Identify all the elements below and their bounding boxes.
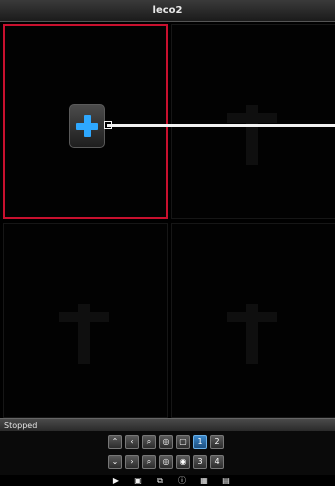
video-pane-3[interactable]	[3, 223, 168, 418]
ghost-plus-icon	[59, 304, 109, 364]
layout-1-button[interactable]: 1	[193, 435, 207, 449]
snapshot-button[interactable]: ▣	[132, 475, 144, 486]
bottom-toolbar: ▶ ▣ ⧉ ⓘ ▦ ▤	[0, 475, 335, 486]
focus-out-button[interactable]: ◎	[159, 455, 173, 469]
left-arrow-button[interactable]: ‹	[125, 435, 139, 449]
callout-line	[107, 124, 335, 127]
play-button[interactable]: ▶	[110, 475, 122, 486]
toolbar-row: ▶ ▣ ⧉ ⓘ ▦ ▤	[110, 475, 232, 486]
focus-button[interactable]: ◎	[159, 435, 173, 449]
record-button[interactable]: ⧉	[154, 475, 166, 486]
iris-close-button[interactable]: ◉	[176, 455, 190, 469]
right-arrow-button[interactable]: ›	[125, 455, 139, 469]
controls-row-2: ⌄ › ⌕ ◎ ◉ 3 4	[108, 455, 224, 469]
iris-button[interactable]: ▢	[176, 435, 190, 449]
info-button[interactable]: ⓘ	[176, 475, 188, 486]
controls-row-1: ⌃ ‹ ⌕ ◎ ▢ 1 2	[108, 435, 224, 449]
layout-3-button[interactable]: 3	[193, 455, 207, 469]
zoom-out-button[interactable]: ⌕	[142, 455, 156, 469]
grid-view-button[interactable]: ▦	[198, 475, 210, 486]
up-arrow-button[interactable]: ⌃	[108, 435, 122, 449]
video-pane-1[interactable]	[3, 24, 168, 219]
video-pane-2[interactable]	[171, 24, 335, 219]
down-arrow-button[interactable]: ⌄	[108, 455, 122, 469]
video-grid	[3, 24, 335, 418]
layout-button[interactable]: ▤	[220, 475, 232, 486]
status-bar: Stopped	[0, 418, 335, 431]
title-bar: leco2	[0, 0, 335, 22]
window-title: leco2	[152, 5, 183, 16]
ghost-plus-icon	[227, 304, 277, 364]
layout-4-button[interactable]: 4	[210, 455, 224, 469]
video-pane-4[interactable]	[171, 223, 335, 418]
zoom-in-button[interactable]: ⌕	[142, 435, 156, 449]
plus-icon	[76, 115, 98, 137]
layout-2-button[interactable]: 2	[210, 435, 224, 449]
ghost-plus-icon	[227, 105, 277, 165]
add-camera-button[interactable]	[69, 104, 105, 148]
